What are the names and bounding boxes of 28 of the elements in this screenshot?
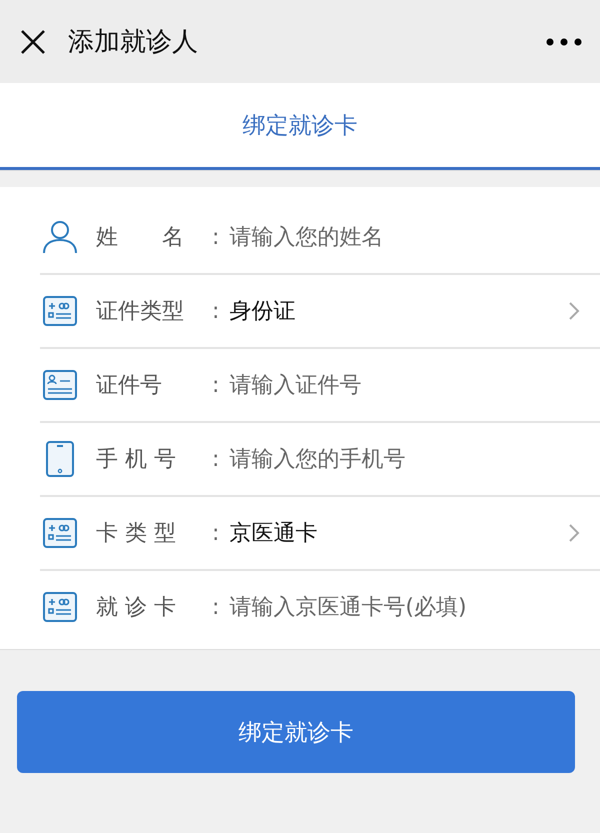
field-label: 就 诊 卡 bbox=[96, 594, 177, 622]
tab[interactable]: 绑定就诊卡 bbox=[0, 83, 600, 170]
input-field[interactable]: 请输入证件号 bbox=[229, 372, 580, 398]
colon: : bbox=[212, 594, 220, 620]
card-icon bbox=[43, 296, 77, 326]
colon: : bbox=[212, 298, 220, 324]
card-icon bbox=[43, 592, 77, 622]
field-label: 证件类型 bbox=[96, 298, 185, 326]
phone-icon bbox=[46, 441, 74, 477]
colon: : bbox=[212, 520, 220, 546]
window-title: 添加就诊人 bbox=[68, 26, 199, 59]
id-card-icon bbox=[43, 370, 77, 400]
field-label: 卡 类 型 bbox=[96, 520, 177, 548]
field-label: 手 机 号 bbox=[96, 446, 177, 474]
input-field[interactable]: 请输入您的姓名 bbox=[229, 224, 580, 250]
bind-card-button[interactable]: 绑定就诊卡 bbox=[17, 691, 575, 773]
card-icon bbox=[43, 518, 77, 548]
input-field[interactable]: 请输入京医通卡号(必填) bbox=[229, 594, 580, 620]
select-value[interactable]: 身份证 bbox=[229, 296, 568, 326]
field-label: 姓 名 bbox=[96, 224, 185, 252]
field-label: 证件号 bbox=[96, 372, 163, 400]
colon: : bbox=[212, 224, 220, 250]
select-value[interactable]: 京医通卡 bbox=[229, 518, 568, 548]
person-icon bbox=[42, 220, 78, 254]
input-field[interactable]: 请输入您的手机号 bbox=[229, 446, 580, 472]
colon: : bbox=[212, 446, 220, 472]
more-icon[interactable] bbox=[546, 38, 582, 46]
colon: : bbox=[212, 372, 220, 398]
